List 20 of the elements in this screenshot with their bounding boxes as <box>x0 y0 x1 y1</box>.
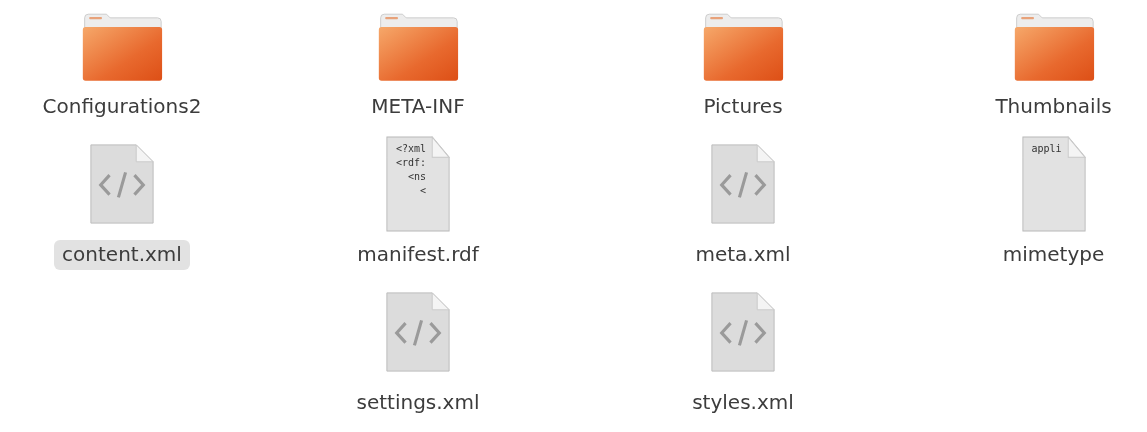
folder-icon[interactable] <box>81 12 163 82</box>
file-name[interactable]: meta.xml <box>687 240 799 270</box>
preview-line: appli <box>1031 142 1063 156</box>
file-name[interactable]: META-INF <box>363 92 473 122</box>
file-name[interactable]: Thumbnails <box>987 92 1120 122</box>
file-name[interactable]: manifest.rdf <box>349 240 487 270</box>
folder-icon[interactable] <box>377 12 459 82</box>
file-name[interactable]: mimetype <box>994 240 1113 270</box>
folder-icon[interactable] <box>702 12 784 82</box>
document-icon[interactable] <box>386 136 450 232</box>
file-name[interactable]: styles.xml <box>684 388 802 418</box>
file-name[interactable]: Pictures <box>695 92 791 122</box>
preview-line: <rdf: <box>396 156 428 170</box>
file-name[interactable]: settings.xml <box>348 388 488 418</box>
file-name[interactable]: content.xml <box>54 240 190 270</box>
preview-line: <?xml <box>396 142 428 156</box>
folder-icon[interactable] <box>1012 12 1095 82</box>
preview-line: < <box>419 184 428 198</box>
file-name[interactable]: Configurations2 <box>34 92 210 122</box>
preview-line: <ns <box>407 170 428 184</box>
